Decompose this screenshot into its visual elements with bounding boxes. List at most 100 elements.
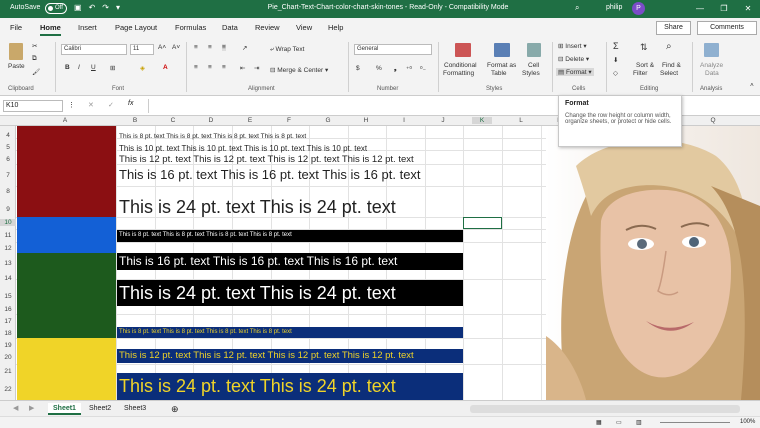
autosave-toggle[interactable]: Off	[45, 3, 67, 14]
copy-icon[interactable]: ⧉	[32, 55, 37, 63]
cell-b22[interactable]: This is 24 pt. text This is 24 pt. text	[119, 376, 396, 397]
worksheet[interactable]: A B C D E F G H I J K L M N O P Q 4 5 6 …	[0, 116, 760, 400]
wrap-text-button[interactable]: ⤶ Wrap Text	[270, 46, 304, 54]
cancel-icon[interactable]: ✕	[88, 101, 94, 109]
tab-review[interactable]: Review	[255, 23, 280, 32]
column-header-h[interactable]: H	[356, 117, 376, 124]
row-header-5[interactable]: 5	[0, 144, 16, 151]
delete-cells-button[interactable]: ⊟ Delete ▾	[558, 55, 589, 63]
cell-b11[interactable]: This is 8 pt. text This is 8 pt. text Th…	[119, 232, 292, 238]
tab-file[interactable]: File	[10, 23, 22, 32]
cut-icon[interactable]: ✂	[32, 42, 37, 50]
share-button[interactable]: Share	[656, 21, 691, 35]
cell-b13[interactable]: This is 16 pt. text This is 16 pt. text …	[119, 254, 397, 268]
format-painter-icon[interactable]: 🖌	[32, 68, 40, 76]
column-header-k[interactable]: K	[472, 117, 492, 124]
sort-filter-button[interactable]: Sort &	[636, 62, 654, 69]
search-icon[interactable]: ⌕	[575, 3, 579, 13]
column-header-g[interactable]: G	[318, 117, 338, 124]
selected-cell-k10[interactable]	[463, 217, 502, 229]
undo-icon[interactable]: ↶	[89, 3, 96, 12]
row-header-20[interactable]: 20	[0, 354, 16, 361]
shrink-font-icon[interactable]: A˅	[172, 44, 180, 51]
column-header-e[interactable]: E	[240, 117, 260, 124]
align-right-icon[interactable]: ≡	[222, 64, 226, 71]
tab-help[interactable]: Help	[328, 23, 343, 32]
format-cells-button[interactable]: ▤ Format ▾	[556, 68, 594, 76]
analyze-data-button[interactable]: Analyze	[700, 62, 723, 69]
analyze-data-icon[interactable]	[704, 43, 719, 57]
zoom-slider[interactable]	[660, 422, 730, 423]
format-as-table-button[interactable]: Format as	[487, 62, 516, 69]
fill-icon[interactable]: ⬇	[613, 56, 618, 64]
add-sheet-icon[interactable]: ⊕	[166, 403, 184, 415]
scroll-right-icon[interactable]: ▶	[24, 403, 39, 415]
column-header-d[interactable]: D	[201, 117, 221, 124]
increase-indent-icon[interactable]: ⇥	[254, 64, 259, 72]
number-format-select[interactable]: General	[354, 44, 432, 55]
column-header-q[interactable]: Q	[703, 117, 723, 124]
italic-button[interactable]: I	[78, 64, 80, 71]
row-header-10[interactable]: 10	[0, 219, 16, 226]
column-header-f[interactable]: F	[279, 117, 299, 124]
row-header-6[interactable]: 6	[0, 156, 16, 163]
portrait-photo[interactable]	[546, 126, 760, 400]
sheet-tab-sheet1[interactable]: Sheet1	[48, 403, 81, 415]
format-as-table-icon[interactable]	[494, 43, 510, 57]
page-layout-view-icon[interactable]: ▭	[616, 419, 622, 426]
row-header-13[interactable]: 13	[0, 260, 16, 267]
column-header-i[interactable]: I	[394, 117, 414, 124]
column-header-c[interactable]: C	[163, 117, 183, 124]
clear-icon[interactable]: ◇	[613, 69, 618, 77]
tab-home[interactable]: Home	[40, 23, 61, 36]
zoom-level[interactable]: 100%	[740, 419, 755, 425]
cell-styles-button[interactable]: Cell	[528, 62, 539, 69]
sheet-tab-sheet3[interactable]: Sheet3	[119, 403, 151, 415]
restore-button[interactable]: ❐	[712, 0, 736, 18]
comma-button[interactable]: ❟	[394, 65, 397, 73]
column-header-b[interactable]: B	[125, 117, 145, 124]
save-icon[interactable]: ▣	[74, 3, 82, 12]
align-left-icon[interactable]: ≡	[194, 64, 198, 71]
cell-styles-icon[interactable]	[527, 43, 541, 57]
name-box[interactable]: K10	[3, 100, 63, 112]
insert-cells-button[interactable]: ⊞ Insert ▾	[558, 42, 587, 50]
align-center-icon[interactable]: ≡	[208, 64, 212, 71]
currency-button[interactable]: $	[356, 65, 360, 72]
cell-b6[interactable]: This is 12 pt. text This is 12 pt. text …	[119, 154, 414, 165]
decrease-decimal-icon[interactable]: ⁰₋	[420, 65, 426, 73]
minimize-button[interactable]: —	[688, 0, 712, 18]
increase-decimal-icon[interactable]: ⁺⁰	[406, 65, 412, 73]
cell-b5[interactable]: This is 10 pt. text This is 10 pt. text …	[119, 144, 367, 153]
tab-insert[interactable]: Insert	[78, 23, 97, 32]
column-header-l[interactable]: L	[511, 117, 531, 124]
close-button[interactable]: ✕	[736, 0, 760, 18]
bold-button[interactable]: B	[65, 64, 70, 71]
row-header-21[interactable]: 21	[0, 368, 16, 375]
row-header-18[interactable]: 18	[0, 330, 16, 337]
row-header-15[interactable]: 15	[0, 293, 16, 300]
grow-font-icon[interactable]: A˄	[158, 44, 166, 51]
row-header-16[interactable]: 16	[0, 306, 16, 313]
document-title[interactable]: Pie_Chart-Text-Chart-color-chart-skin-to…	[253, 4, 523, 11]
cell-b9[interactable]: This is 24 pt. text This is 24 pt. text	[119, 197, 396, 218]
autosum-icon[interactable]: Σ	[613, 41, 619, 51]
row-header-11[interactable]: 11	[0, 232, 16, 239]
fill-color-icon[interactable]: ◈	[140, 64, 145, 72]
percent-button[interactable]: %	[376, 65, 382, 72]
conditional-formatting-button[interactable]: Conditional	[444, 62, 477, 69]
column-header-j[interactable]: J	[433, 117, 453, 124]
cell-b18[interactable]: This is 8 pt. text This is 8 pt. text Th…	[119, 329, 292, 335]
cell-b4[interactable]: This is 8 pt. text This is 8 pt. text Th…	[119, 133, 306, 140]
tab-page-layout[interactable]: Page Layout	[115, 23, 157, 32]
row-header-19[interactable]: 19	[0, 342, 16, 349]
cell-b15[interactable]: This is 24 pt. text This is 24 pt. text	[119, 283, 396, 304]
align-bottom-icon[interactable]: ≡	[222, 44, 226, 51]
page-break-view-icon[interactable]: ▥	[636, 419, 642, 426]
customize-qat-icon[interactable]: ▾	[116, 3, 120, 12]
cell-b20[interactable]: This is 12 pt. text This is 12 pt. text …	[119, 350, 414, 361]
font-color-icon[interactable]: A	[163, 64, 168, 71]
find-select-button[interactable]: Find &	[662, 62, 681, 69]
enter-icon[interactable]: ✓	[108, 101, 114, 109]
row-header-14[interactable]: 14	[0, 275, 16, 282]
